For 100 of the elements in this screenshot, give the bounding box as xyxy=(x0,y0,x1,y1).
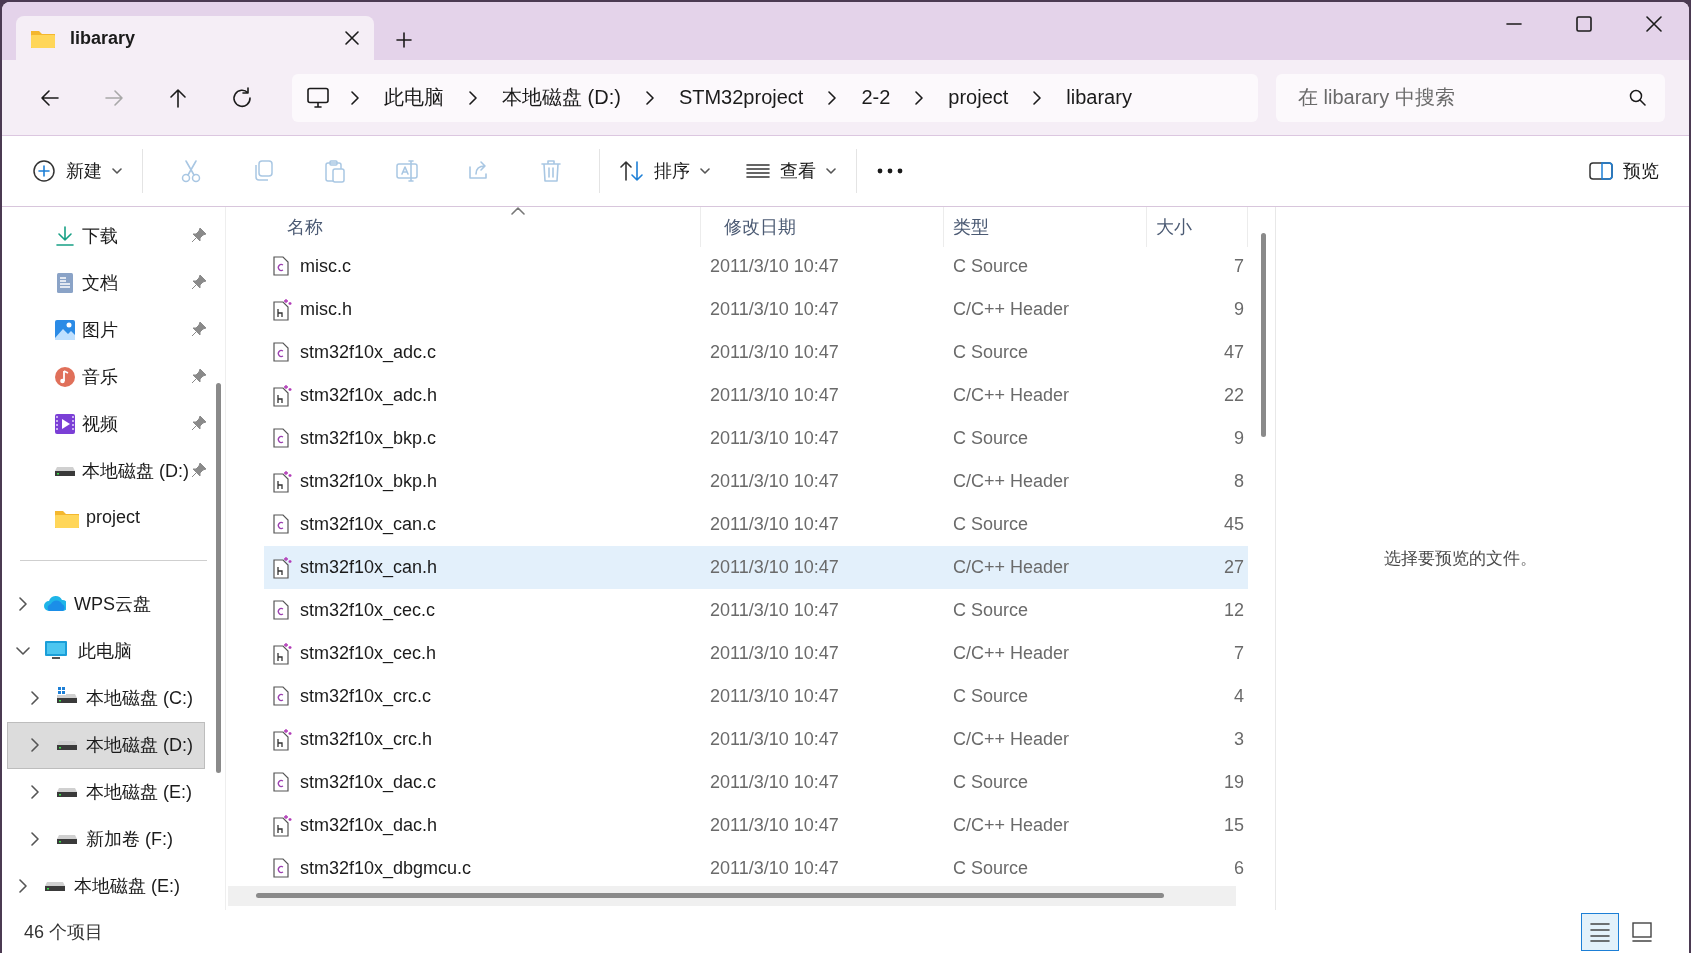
window-tab[interactable]: libarary xyxy=(16,16,374,60)
file-row[interactable]: misc.h 2011/3/10 10:47 C/C++ Header 9 xyxy=(264,288,1248,331)
scrollbar[interactable] xyxy=(1261,233,1266,437)
file-row[interactable]: stm32f10x_cec.c 2011/3/10 10:47 C Source 12 xyxy=(264,589,1248,632)
close-icon xyxy=(1646,16,1662,32)
file-name: stm32f10x_dac.h xyxy=(300,815,438,836)
sidebar-item[interactable]: 音乐 xyxy=(2,353,207,401)
tree-item[interactable]: 本地磁盘 (E:) xyxy=(7,862,205,910)
breadcrumb-item[interactable]: 此电脑 xyxy=(380,84,448,111)
modified-date: 2011/3/10 10:47 xyxy=(709,557,840,578)
file-size: 22 xyxy=(1222,385,1245,406)
file-row[interactable]: stm32f10x_can.c 2011/3/10 10:47 C Source 45 xyxy=(264,503,1248,546)
tree-item[interactable]: 新加卷 (F:) xyxy=(7,815,205,863)
tree-item[interactable]: 此电脑 xyxy=(7,627,205,675)
header-file-icon xyxy=(272,470,292,493)
column-header[interactable]: 修改日期 xyxy=(701,207,944,247)
file-row[interactable]: stm32f10x_cec.h 2011/3/10 10:47 C/C++ Header 7 xyxy=(264,632,1248,675)
c-file-icon xyxy=(272,427,292,450)
file-row[interactable]: stm32f10x_adc.h 2011/3/10 10:47 C/C++ Header 22 xyxy=(264,374,1248,417)
file-row[interactable]: misc.c 2011/3/10 10:47 C Source 7 xyxy=(264,245,1248,288)
column-header[interactable]: 名称 xyxy=(264,207,701,247)
sidebar-item[interactable]: 本地磁盘 (D:) xyxy=(2,447,207,495)
sidebar-item[interactable]: project xyxy=(2,494,207,542)
chevron-right-icon[interactable] xyxy=(28,832,42,847)
file-row[interactable]: stm32f10x_dac.c 2011/3/10 10:47 C Source 19 xyxy=(264,761,1248,804)
sidebar-item[interactable]: 图片 xyxy=(2,306,207,354)
tree-item[interactable]: 本地磁盘 (E:) xyxy=(7,768,205,816)
chevron-right-icon xyxy=(350,90,360,105)
details-view-button[interactable] xyxy=(1581,912,1619,951)
file-size: 45 xyxy=(1222,514,1245,535)
file-row[interactable]: stm32f10x_bkp.c 2011/3/10 10:47 C Source 9 xyxy=(264,417,1248,460)
sidebar-item[interactable]: 视频 xyxy=(2,400,207,448)
sidebar-item[interactable]: 文档 xyxy=(2,259,207,307)
close-icon[interactable] xyxy=(344,30,360,46)
preview-button[interactable]: 预览 xyxy=(1581,147,1667,195)
file-type: C/C++ Header xyxy=(952,815,1071,836)
modified-date: 2011/3/10 10:47 xyxy=(709,471,840,492)
modified-date: 2011/3/10 10:47 xyxy=(709,342,840,363)
file-row[interactable]: stm32f10x_dac.h 2011/3/10 10:47 C/C++ Header 15 xyxy=(264,804,1248,847)
chevron-right-icon xyxy=(468,90,478,105)
chevron-right-icon[interactable] xyxy=(28,691,42,706)
file-size: 4 xyxy=(1233,686,1245,707)
scrollbar[interactable] xyxy=(216,383,221,773)
modified-date: 2011/3/10 10:47 xyxy=(709,600,840,621)
modified-date: 2011/3/10 10:47 xyxy=(709,643,840,664)
file-size: 6 xyxy=(1233,858,1245,879)
tree-item[interactable]: WPS云盘 xyxy=(7,580,205,628)
file-size: 19 xyxy=(1222,772,1245,793)
file-name: stm32f10x_cec.h xyxy=(300,643,437,664)
tree-item[interactable]: 本地磁盘 (C:) xyxy=(7,674,205,722)
breadcrumb-item[interactable]: project xyxy=(944,86,1013,109)
c-file-icon xyxy=(272,341,292,364)
new-button[interactable]: 新建 xyxy=(24,147,130,195)
file-row[interactable]: stm32f10x_crc.h 2011/3/10 10:47 C/C++ Header 3 xyxy=(264,718,1248,761)
caret-icon xyxy=(112,168,122,174)
column-header[interactable]: 类型 xyxy=(944,207,1147,247)
image-icon xyxy=(54,318,76,341)
file-row[interactable]: stm32f10x_crc.c 2011/3/10 10:47 C Source 4 xyxy=(264,675,1248,718)
file-name: stm32f10x_bkp.h xyxy=(300,471,438,492)
file-name: stm32f10x_dac.c xyxy=(300,772,437,793)
breadcrumb-item[interactable]: STM32project xyxy=(674,86,808,109)
scrollbar[interactable] xyxy=(256,893,1164,898)
breadcrumb-item[interactable]: 2-2 xyxy=(857,86,895,109)
column-header[interactable]: 大小 xyxy=(1147,207,1248,247)
file-row[interactable]: stm32f10x_can.h 2011/3/10 10:47 C/C++ Header 27 xyxy=(264,546,1248,589)
file-size: 7 xyxy=(1233,256,1245,277)
breadcrumb-item[interactable]: 本地磁盘 (D:) xyxy=(498,84,625,111)
chevron-right-icon[interactable] xyxy=(16,596,30,611)
view-button[interactable]: 查看 xyxy=(738,147,844,195)
music-icon xyxy=(54,365,76,388)
modified-date: 2011/3/10 10:47 xyxy=(709,729,840,750)
sort-button[interactable]: 排序 xyxy=(612,147,718,195)
file-name: stm32f10x_crc.h xyxy=(300,729,433,750)
file-size: 12 xyxy=(1222,600,1245,621)
chevron-right-icon xyxy=(644,90,655,105)
chevron-right-icon[interactable] xyxy=(28,738,42,753)
search-field[interactable]: 在 libarary 中搜索 xyxy=(1276,73,1665,122)
file-type: C/C++ Header xyxy=(952,643,1071,664)
chevron-right-icon[interactable] xyxy=(28,785,42,800)
preview-pane-icon xyxy=(1589,161,1613,181)
plus-circle-icon xyxy=(32,159,56,183)
chevron-right-icon xyxy=(914,90,925,105)
more-icon xyxy=(877,168,903,174)
file-type: C/C++ Header xyxy=(952,729,1071,750)
search-icon xyxy=(1629,88,1647,107)
breadcrumb-item[interactable]: libarary xyxy=(1062,86,1136,109)
header-file-icon xyxy=(272,384,292,407)
chevron-right-icon[interactable] xyxy=(16,879,30,894)
file-row[interactable]: stm32f10x_bkp.h 2011/3/10 10:47 C/C++ Header 8 xyxy=(264,460,1248,503)
file-row[interactable]: stm32f10x_adc.c 2011/3/10 10:47 C Source 47 xyxy=(264,331,1248,374)
file-size: 15 xyxy=(1222,815,1245,836)
caret-icon xyxy=(826,168,836,174)
caret-icon xyxy=(700,168,710,174)
address-bar[interactable]: 此电脑 本地磁盘 (D:) STM32project 2-2 project libarary xyxy=(292,73,1258,122)
tree-item[interactable]: 本地磁盘 (D:) xyxy=(7,721,205,769)
file-row[interactable]: stm32f10x_dbgmcu.c 2011/3/10 10:47 C Source 6 xyxy=(264,847,1248,890)
file-size: 3 xyxy=(1233,729,1245,750)
sort-arrows-icon xyxy=(620,160,644,182)
modified-date: 2011/3/10 10:47 xyxy=(709,428,840,449)
sidebar-item[interactable]: 下载 xyxy=(2,212,207,260)
